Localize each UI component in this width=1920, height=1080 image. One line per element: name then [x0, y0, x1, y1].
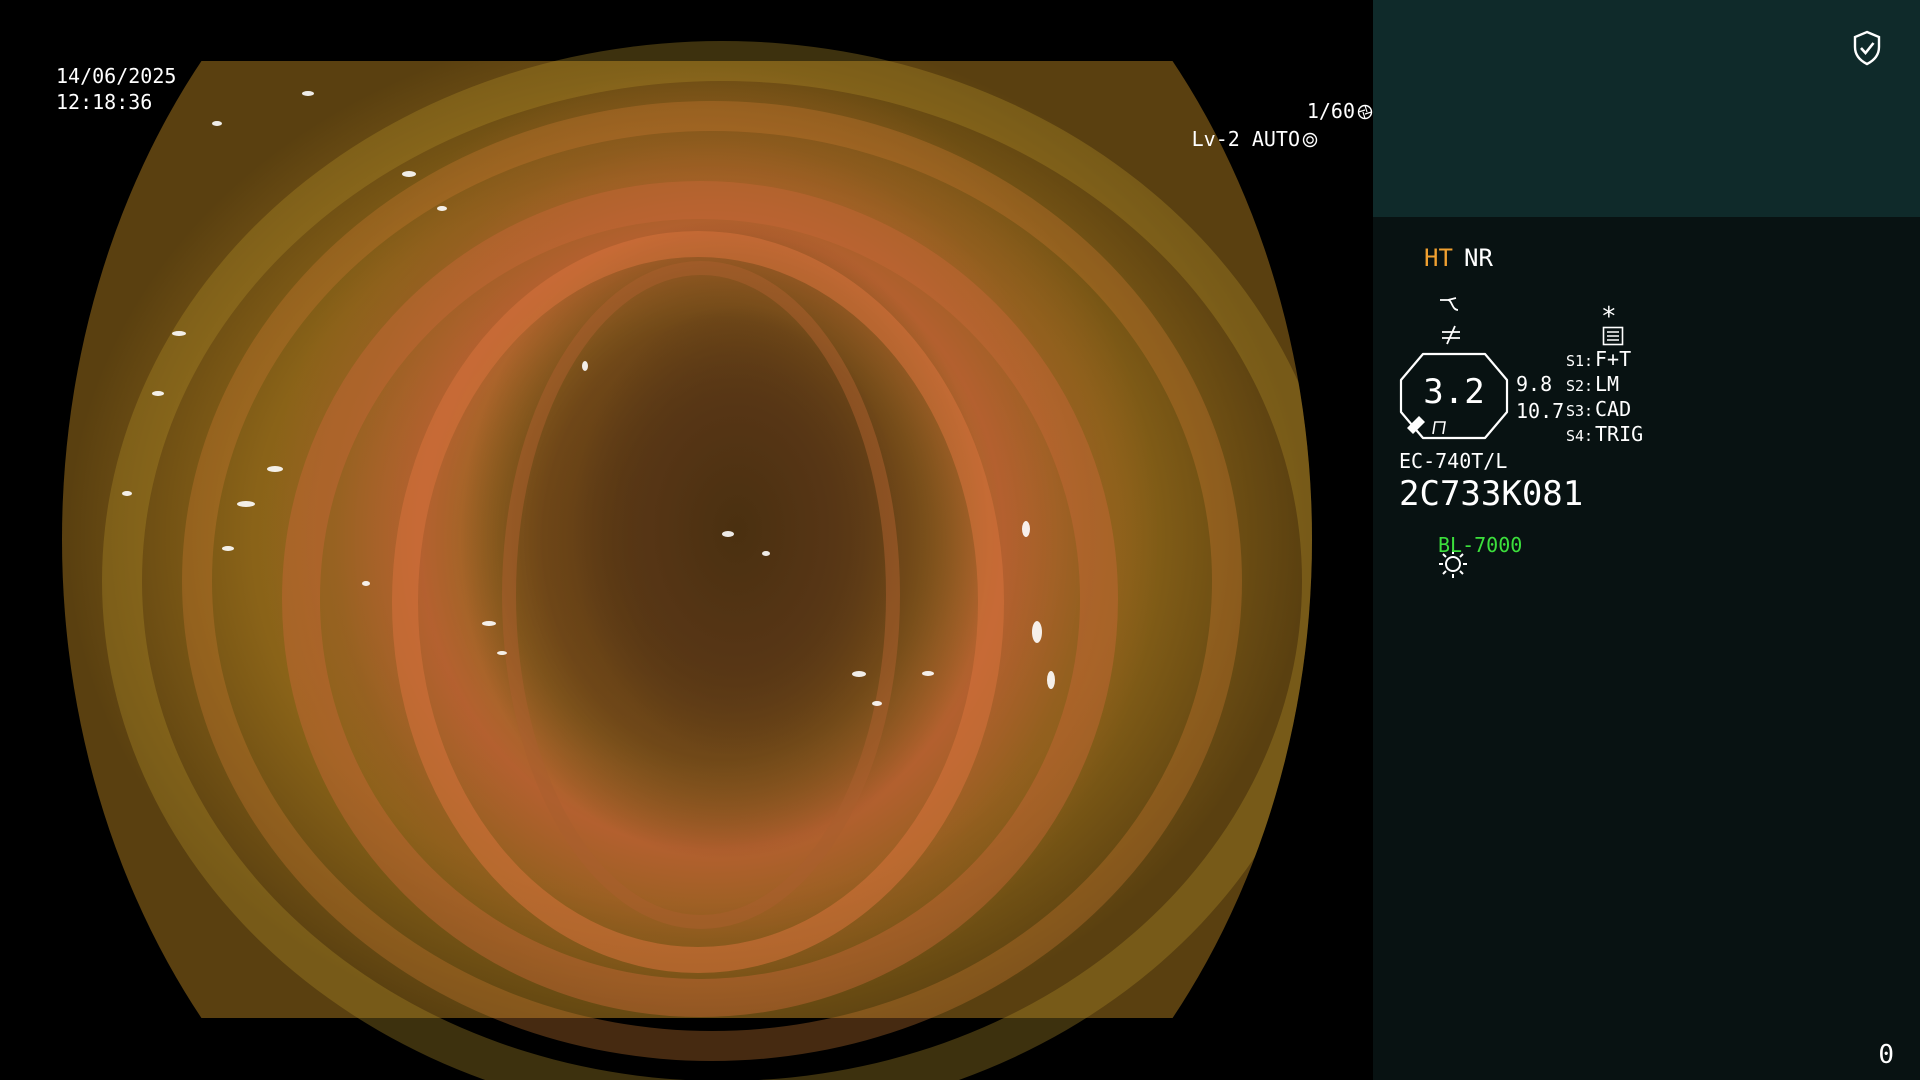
- highlight: [1032, 621, 1042, 643]
- switch-value: LM: [1595, 372, 1620, 396]
- exposure-display: Lv-2 AUTO: [0, 126, 1318, 152]
- aperture-icon: [1355, 99, 1373, 123]
- highlight: [402, 171, 416, 177]
- highlight: [237, 501, 255, 507]
- switch-value: TRIG: [1595, 422, 1644, 446]
- highlight: [437, 206, 447, 211]
- reading-value: 10.7: [1516, 399, 1565, 423]
- highlight: [922, 671, 934, 676]
- enhancement-ht: HT: [1424, 244, 1453, 272]
- shutter-display: 1/60: [55, 98, 1373, 124]
- iris-icon: [1300, 127, 1318, 151]
- shutter-speed: 1/60: [1306, 99, 1355, 123]
- switch-key: S2:: [1566, 377, 1594, 395]
- highlight: [1022, 521, 1030, 537]
- highlight: [852, 671, 866, 677]
- highlight: [302, 91, 314, 96]
- highlight: [582, 361, 588, 371]
- highlight: [482, 621, 496, 626]
- highlight: [362, 581, 370, 586]
- reading-value: 9.8: [1516, 372, 1553, 396]
- highlight: [497, 651, 507, 655]
- enhancement-nr: NR: [1464, 244, 1493, 272]
- highlight: [152, 391, 164, 396]
- highlight: [267, 466, 283, 472]
- date-text: 14/06/2025: [56, 64, 177, 88]
- highlight: [122, 491, 132, 496]
- switch-key: S4:: [1566, 427, 1594, 445]
- scope-model: EC-740T/L: [1399, 449, 1508, 473]
- zoom-value: 3.2: [1423, 372, 1485, 412]
- info-panel: HT NR * 3.2 9.8 10.7 S1: F+T S2: LM S3: …: [1373, 0, 1920, 1080]
- exposure-level: Lv-2 AUTO: [1191, 127, 1300, 151]
- scope-serial: 2C733K081: [1399, 474, 1584, 514]
- highlight: [722, 531, 734, 537]
- endoscope-video-area: 14/06/2025 12:18:36 1/60 Lv-2 AUTO: [0, 0, 1373, 1080]
- switch-value: CAD: [1595, 397, 1632, 421]
- highlight: [872, 701, 882, 706]
- frame-counter: 0: [1878, 1040, 1894, 1070]
- highlight: [172, 331, 186, 336]
- panel-header: [1373, 0, 1920, 217]
- shield-check-icon[interactable]: [1852, 30, 1882, 70]
- highlight: [1047, 671, 1055, 689]
- light-source: BL-7000: [1438, 533, 1523, 557]
- star-mark: *: [1601, 302, 1617, 332]
- switch-value: F+T: [1595, 347, 1632, 371]
- switch-key: S3:: [1566, 402, 1594, 420]
- switch-key: S1:: [1566, 352, 1594, 370]
- highlight: [222, 546, 234, 551]
- mucosal-fold: [102, 41, 1312, 1080]
- highlight: [762, 551, 770, 556]
- endoscope-image: [62, 41, 1312, 1080]
